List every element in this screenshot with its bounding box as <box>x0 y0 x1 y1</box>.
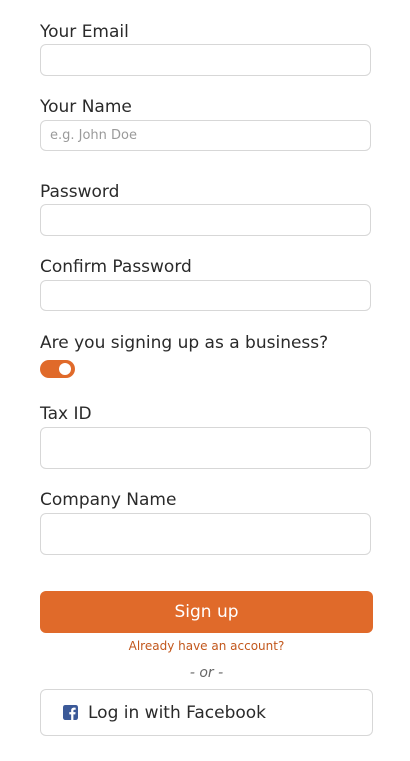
facebook-login-label: Log in with Facebook <box>88 702 267 723</box>
tax-id-field[interactable] <box>40 427 371 469</box>
sign-up-button[interactable]: Sign up <box>40 591 373 633</box>
company-name-field[interactable] <box>40 513 371 555</box>
business-question-label: Are you signing up as a business? <box>40 333 329 353</box>
company-name-label: Company Name <box>40 490 177 510</box>
confirm-password-label: Confirm Password <box>40 257 192 277</box>
business-toggle[interactable] <box>40 360 75 378</box>
password-field[interactable] <box>40 204 371 236</box>
name-label: Your Name <box>40 97 132 117</box>
tax-id-label: Tax ID <box>40 404 92 424</box>
email-label: Your Email <box>40 22 129 42</box>
facebook-login-button[interactable]: Log in with Facebook <box>40 689 373 736</box>
or-separator: - or - <box>189 665 224 681</box>
password-label: Password <box>40 182 120 202</box>
email-field[interactable] <box>40 44 371 76</box>
confirm-password-field[interactable] <box>40 280 371 311</box>
toggle-knob <box>59 363 71 375</box>
already-have-account-link[interactable]: Already have an account? <box>0 638 410 654</box>
name-field[interactable] <box>40 120 371 151</box>
facebook-icon <box>63 705 78 720</box>
